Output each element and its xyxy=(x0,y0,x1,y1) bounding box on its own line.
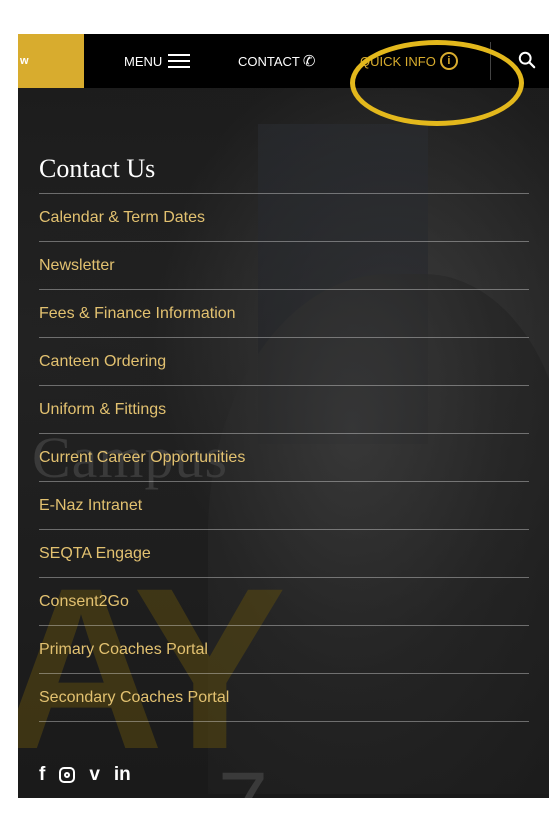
link-uniform-fittings[interactable]: Uniform & Fittings xyxy=(39,386,529,434)
quick-links-list: Calendar & Term Dates Newsletter Fees & … xyxy=(39,194,529,722)
link-fees-finance[interactable]: Fees & Finance Information xyxy=(39,290,529,338)
social-links: f v in xyxy=(39,764,145,786)
annotation-circle xyxy=(350,40,524,126)
contact-button[interactable]: CONTACT ✆ xyxy=(238,34,315,88)
menu-button[interactable]: MENU xyxy=(124,34,191,88)
link-seqta-engage[interactable]: SEQTA Engage xyxy=(39,530,529,578)
link-consent2go[interactable]: Consent2Go xyxy=(39,578,529,626)
search-icon[interactable] xyxy=(518,51,536,69)
phone-icon: ✆ xyxy=(302,53,316,70)
link-primary-coaches-portal[interactable]: Primary Coaches Portal xyxy=(39,626,529,674)
background-number: 7 xyxy=(218,754,268,798)
link-enaz-intranet[interactable]: E-Naz Intranet xyxy=(39,482,529,530)
facebook-icon[interactable]: f xyxy=(39,764,45,786)
link-calendar-term-dates[interactable]: Calendar & Term Dates xyxy=(39,194,529,242)
hamburger-icon xyxy=(168,50,191,72)
enrol-button-label: w xyxy=(20,55,29,67)
vimeo-icon[interactable]: v xyxy=(89,764,100,786)
contact-label: CONTACT xyxy=(238,53,300,69)
link-secondary-coaches-portal[interactable]: Secondary Coaches Portal xyxy=(39,674,529,722)
link-newsletter[interactable]: Newsletter xyxy=(39,242,529,290)
enrol-button[interactable]: w xyxy=(18,34,84,88)
link-career-opportunities[interactable]: Current Career Opportunities xyxy=(39,434,529,482)
panel-title: Contact Us xyxy=(39,154,156,183)
linkedin-icon[interactable]: in xyxy=(114,764,131,786)
page-frame: Campus AY 7 w MENU CONTACT ✆ QUICK INFO … xyxy=(18,34,549,798)
link-canteen-ordering[interactable]: Canteen Ordering xyxy=(39,338,529,386)
menu-label: MENU xyxy=(124,53,163,69)
instagram-icon[interactable] xyxy=(59,767,76,783)
